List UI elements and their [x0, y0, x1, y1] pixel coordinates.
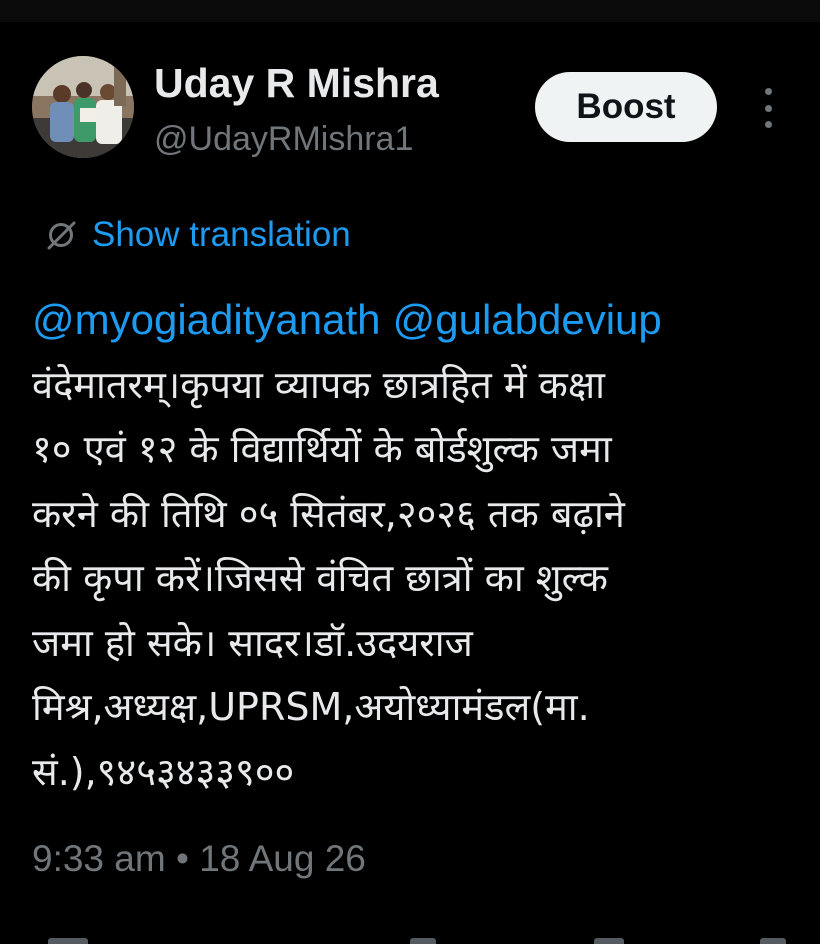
more-vertical-icon[interactable] — [756, 88, 780, 128]
boost-button[interactable]: Boost — [535, 72, 717, 142]
post-timestamp[interactable]: 9:33 am • 18 Aug 26 — [32, 838, 366, 880]
status-bar-strip — [0, 0, 820, 22]
more-dot — [764, 104, 772, 112]
share-icon[interactable] — [760, 938, 786, 944]
like-icon[interactable] — [594, 938, 624, 944]
body-line: की कृपा करें।जिससे वंचित छात्रों का शुल्… — [32, 556, 608, 600]
user-avatar-photo-icon — [32, 56, 134, 158]
body-line: करने की तिथि ०५ सितंबर,२०२६ तक बढ़ाने — [32, 491, 625, 536]
body-line: वंदेमातरम्।कृपया व्यापक छात्रहित में कक्… — [32, 362, 605, 407]
author-name[interactable]: Uday R Mishra — [154, 60, 439, 107]
mentions-line: @myogiadityanath @gulabdeviup — [32, 288, 802, 353]
body-line: १० एवं १२ के विद्यार्थियों के बोर्डशुल्क… — [32, 427, 612, 471]
more-dot — [764, 121, 772, 128]
avatar[interactable] — [32, 56, 134, 158]
post-header: Uday R Mishra @UdayRMishra1 Boost — [32, 56, 792, 160]
reply-icon[interactable] — [48, 938, 88, 944]
body-line: जमा हो सके। सादर।डॉ.उदयराज — [32, 620, 473, 665]
author-handle[interactable]: @UdayRMishra1 — [154, 120, 413, 159]
action-bar-partial — [0, 930, 820, 944]
mention-link[interactable]: @myogiadityanath — [32, 296, 381, 343]
body-line: मिश्र,अध्यक्ष,UPRSM,अयोध्यामंडल(मा. — [32, 685, 590, 729]
repost-icon[interactable] — [410, 938, 436, 944]
post-body: @myogiadityanath @gulabdeviup वंदेमातरम्… — [32, 288, 802, 804]
show-translation-link[interactable]: Show translation — [44, 212, 351, 258]
show-translation-label: Show translation — [92, 215, 351, 254]
more-dot — [764, 88, 772, 95]
body-line: सं.),९४५३४३३९०० — [32, 749, 295, 794]
mention-link[interactable]: @gulabdeviup — [393, 296, 662, 343]
translate-icon — [47, 221, 76, 250]
